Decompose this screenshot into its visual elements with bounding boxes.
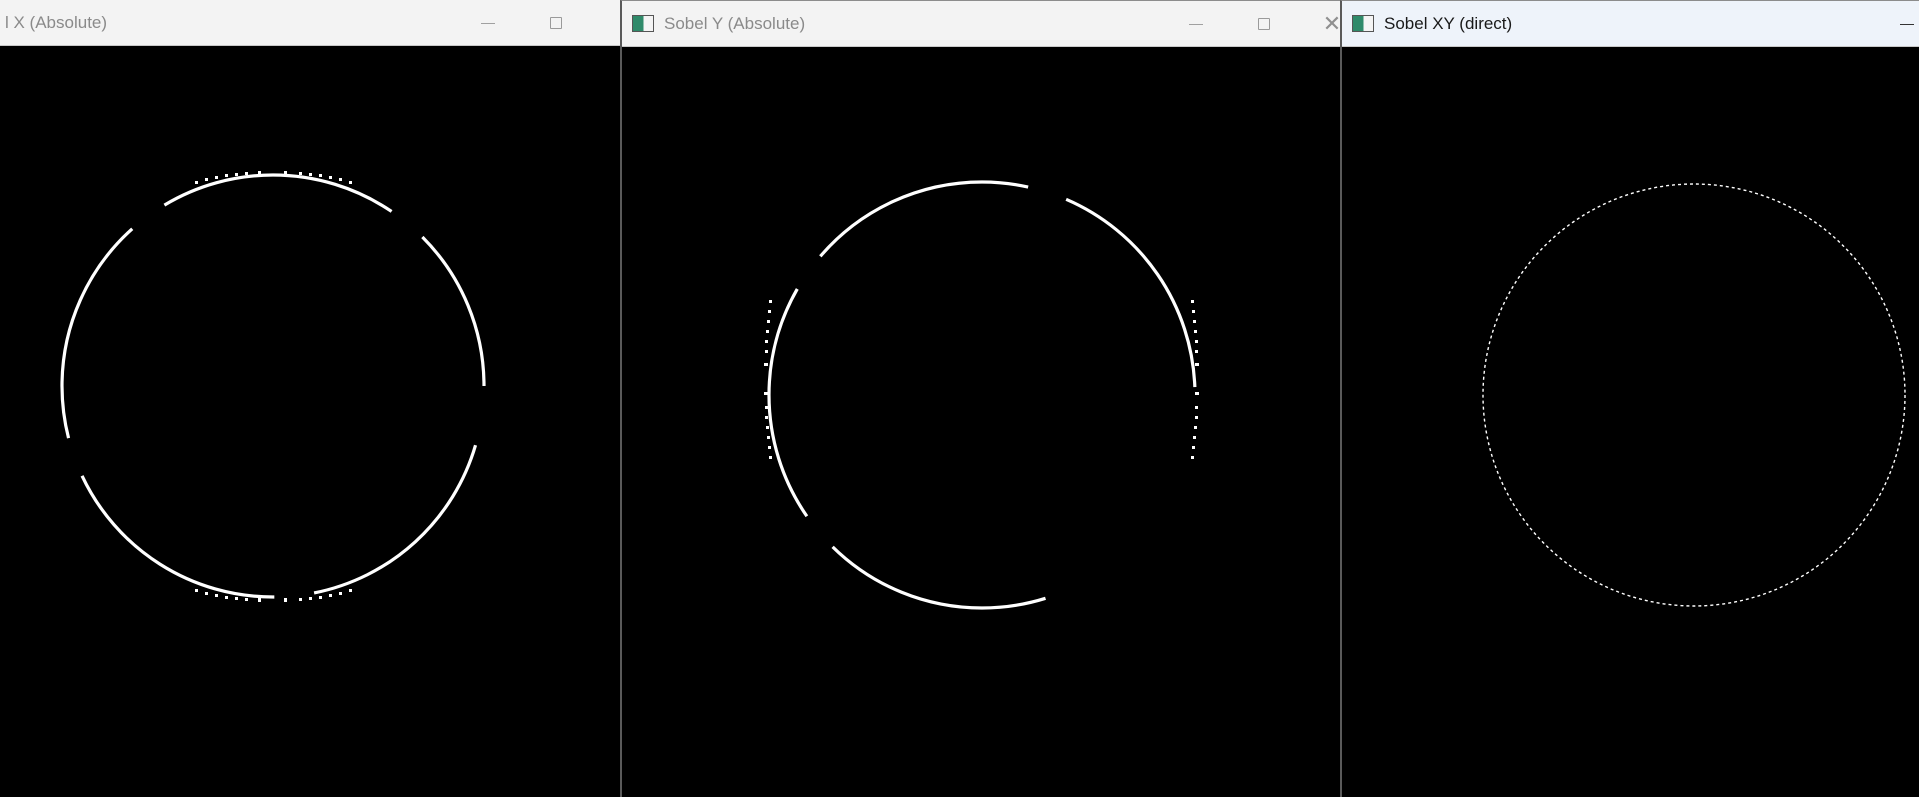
window-sobel-x[interactable]: l X (Absolute) xyxy=(0,0,622,797)
close-button[interactable]: ✕ xyxy=(1307,1,1342,47)
window-sobel-y[interactable]: Sobel Y (Absolute) ✕ xyxy=(620,0,1342,797)
minimize-button[interactable] xyxy=(463,0,513,46)
window-titlebar[interactable]: l X (Absolute) xyxy=(0,0,622,46)
sobel-y-image xyxy=(764,180,1199,610)
image-canvas xyxy=(0,46,622,797)
edge-circle xyxy=(767,180,1197,610)
desktop: l X (Absolute) Sobel Y (Absolute) ✕ Sobe… xyxy=(0,0,1919,797)
minimize-button[interactable] xyxy=(1171,1,1221,47)
window-title: Sobel XY (direct) xyxy=(1384,13,1513,33)
window-titlebar[interactable]: Sobel XY (direct) xyxy=(1342,1,1919,47)
minimize-icon xyxy=(1189,23,1203,25)
opencv-window-icon xyxy=(1352,15,1374,32)
edge-circle xyxy=(1482,183,1906,607)
edge-circle xyxy=(60,173,486,599)
window-title: Sobel Y (Absolute) xyxy=(664,13,806,33)
maximize-icon xyxy=(1258,18,1270,30)
minimize-icon xyxy=(1900,23,1914,25)
close-icon: ✕ xyxy=(1322,11,1342,36)
sobel-xy-image xyxy=(1482,183,1906,607)
minimize-icon xyxy=(481,22,495,24)
image-canvas xyxy=(622,47,1342,797)
maximize-button[interactable] xyxy=(531,0,581,46)
window-title: l X (Absolute) xyxy=(5,12,108,32)
maximize-button[interactable] xyxy=(1239,1,1289,47)
image-canvas xyxy=(1342,47,1919,797)
window-sobel-xy[interactable]: Sobel XY (direct) xyxy=(1340,0,1919,797)
minimize-button[interactable] xyxy=(1882,1,1919,47)
window-titlebar[interactable]: Sobel Y (Absolute) ✕ xyxy=(622,1,1342,47)
opencv-window-icon xyxy=(632,15,654,32)
maximize-icon xyxy=(550,17,562,29)
sobel-x-image xyxy=(60,171,486,602)
